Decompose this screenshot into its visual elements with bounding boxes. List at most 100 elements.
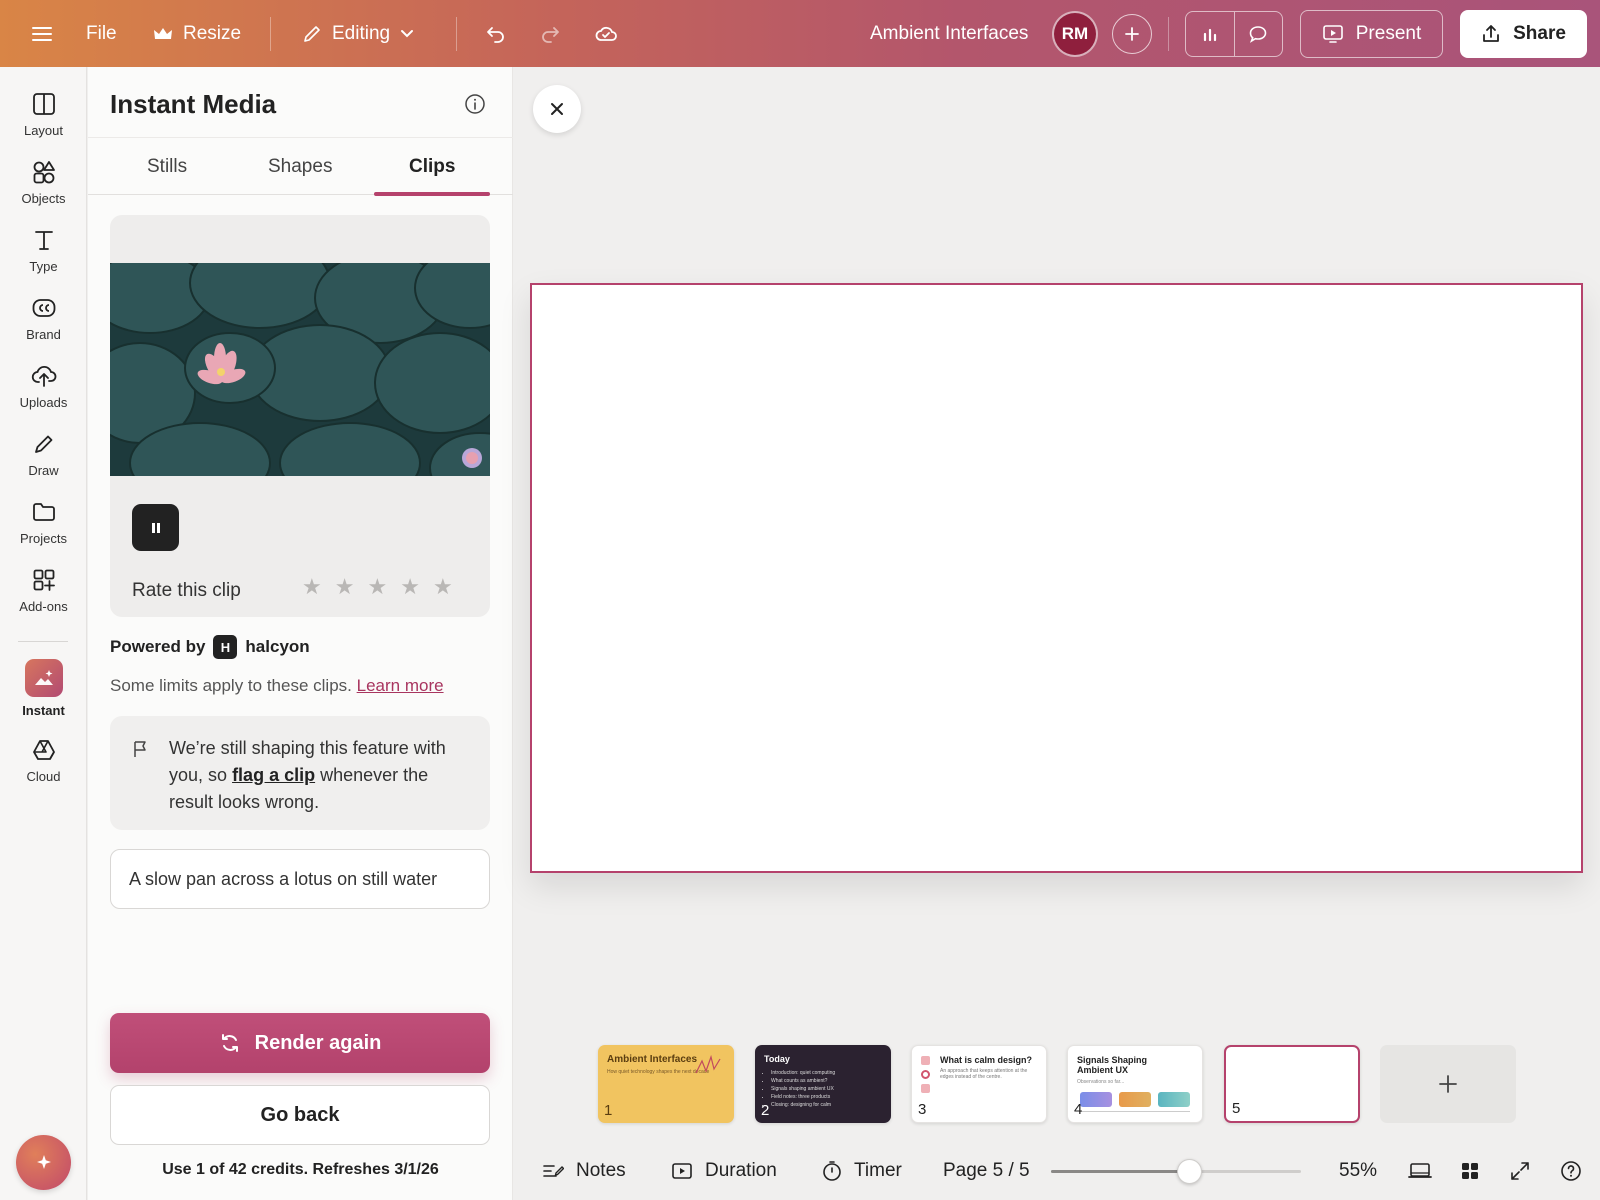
chevron-down-icon — [401, 29, 414, 37]
thumbnail-bullet: Introduction: quiet computing — [771, 1069, 835, 1077]
learn-more-link[interactable]: Learn more — [357, 676, 444, 695]
thumbnail-subtitle: Observations so far... — [1077, 1079, 1125, 1085]
pause-button[interactable] — [132, 504, 179, 551]
slide-thumbnail[interactable]: Today Introduction: quiet computing What… — [755, 1045, 891, 1123]
star-icon[interactable]: ★ — [433, 576, 453, 598]
addons-icon — [33, 569, 55, 591]
thumbnail-number: 3 — [918, 1101, 927, 1118]
tab-shapes[interactable]: Shapes — [268, 138, 332, 196]
rail-label: Draw — [28, 463, 59, 478]
pencil-icon — [34, 435, 52, 453]
add-slide-button[interactable] — [1380, 1045, 1516, 1123]
rate-clip-label: Rate this clip — [132, 580, 241, 601]
info-button[interactable] — [464, 93, 486, 115]
thumbnail-title: What is calm design? — [940, 1055, 1033, 1065]
slide-thumbnail-active[interactable]: 5 — [1224, 1045, 1360, 1123]
redo-icon — [542, 26, 559, 43]
rail-item-addons[interactable]: Add-ons — [0, 567, 87, 614]
thumbnail-subtitle: An approach that keeps attention at the … — [940, 1068, 1028, 1080]
render-again-button[interactable]: Render again — [110, 1013, 490, 1073]
rail-item-instant[interactable]: Instant — [0, 659, 87, 718]
rail-item-objects[interactable]: Objects — [0, 159, 87, 206]
fullscreen-button[interactable] — [1510, 1142, 1530, 1200]
zoom-slider-fill — [1051, 1170, 1189, 1173]
clip-preview[interactable] — [110, 263, 490, 476]
notes-label: Notes — [576, 1160, 626, 1181]
star-rating: ★ ★ ★ ★ ★ — [302, 576, 453, 598]
prompt-input[interactable]: A slow pan across a lotus on still water — [110, 849, 490, 909]
editing-label: Editing — [332, 22, 391, 44]
undo-icon — [487, 26, 504, 43]
rail-item-uploads[interactable]: Uploads — [0, 363, 87, 410]
zoom-slider-handle[interactable] — [1176, 1159, 1202, 1184]
cloud-sync-button[interactable] — [594, 0, 618, 67]
upload-icon — [31, 366, 56, 387]
notes-button[interactable]: Notes — [542, 1142, 626, 1200]
insights-button[interactable] — [1186, 12, 1234, 56]
rail-label: Layout — [23, 123, 64, 138]
flag-clip-link[interactable]: flag a clip — [232, 765, 315, 785]
bullet-ring — [921, 1070, 930, 1079]
editing-mode-dropdown[interactable]: Editing — [302, 0, 414, 67]
grid-view-button[interactable] — [1460, 1142, 1480, 1200]
add-collaborator-button[interactable] — [1112, 14, 1152, 54]
notice-text: We’re still shaping this feature with yo… — [169, 735, 469, 816]
rail-item-brand[interactable]: Brand — [0, 295, 87, 342]
star-icon[interactable]: ★ — [400, 576, 420, 598]
file-menu[interactable]: File — [86, 0, 117, 67]
rail-item-projects[interactable]: Projects — [0, 499, 87, 546]
slide-thumbnail[interactable]: Signals Shaping Ambient UX Observations … — [1067, 1045, 1203, 1123]
timer-button[interactable]: Timer — [822, 1142, 902, 1200]
share-button[interactable]: Share — [1460, 10, 1587, 58]
star-icon[interactable]: ★ — [367, 576, 387, 598]
swatch — [1119, 1092, 1151, 1107]
present-label: Present — [1355, 23, 1422, 44]
star-icon[interactable]: ★ — [302, 576, 322, 598]
close-panel-button[interactable] — [533, 85, 581, 133]
credits-info: Use 1 of 42 credits. Refreshes 3/1/26 — [162, 1161, 439, 1178]
rail-label: Uploads — [19, 395, 68, 410]
resize-button[interactable]: Resize — [153, 0, 241, 67]
help-button[interactable] — [1560, 1142, 1582, 1200]
duration-icon — [672, 1163, 692, 1179]
rail-label: Brand — [26, 327, 61, 342]
slide-thumbnail[interactable]: Ambient Interfaces How quiet technology … — [598, 1045, 734, 1123]
squiggle-decoration — [695, 1054, 721, 1074]
limits-notice: Some limits apply to these clips. Learn … — [110, 676, 444, 696]
rail-item-cloud[interactable]: Cloud — [0, 737, 87, 784]
magic-assistant-button[interactable] — [16, 1135, 71, 1190]
slide-thumbnail[interactable]: What is calm design? An approach that ke… — [911, 1045, 1047, 1123]
active-tab-indicator — [374, 192, 490, 196]
pencil-icon — [304, 25, 320, 42]
render-again-label: Render again — [254, 1031, 382, 1054]
document-title[interactable]: Ambient Interfaces — [870, 0, 1028, 67]
go-back-button[interactable]: Go back — [110, 1085, 490, 1145]
avatar[interactable]: RM — [1052, 11, 1098, 57]
undo-button[interactable] — [485, 0, 507, 67]
view-toggle-button[interactable] — [1408, 1142, 1432, 1200]
menu-button[interactable] — [32, 0, 52, 67]
divider — [1168, 17, 1169, 51]
rail-item-layout[interactable]: Layout — [0, 91, 87, 138]
powered-by-label: Powered by — [110, 637, 206, 656]
slide-canvas[interactable] — [530, 283, 1583, 873]
zoom-percentage[interactable]: 55% — [1339, 1142, 1377, 1200]
tab-clips[interactable]: Clips — [409, 138, 455, 196]
page-indicator[interactable]: Page 5 / 5 — [943, 1142, 1030, 1200]
duration-button[interactable]: Duration — [671, 1142, 777, 1200]
folder-icon — [32, 503, 55, 521]
grid-icon — [1462, 1163, 1478, 1179]
go-back-label: Go back — [260, 1103, 340, 1126]
zoom-slider[interactable] — [1051, 1159, 1301, 1184]
panel-title: Instant Media — [110, 89, 277, 119]
thumbnail-bullet: Signals shaping ambient UX — [771, 1085, 835, 1093]
star-icon[interactable]: ★ — [335, 576, 355, 598]
divider — [1080, 1111, 1190, 1112]
share-upload-icon — [1483, 25, 1499, 42]
tab-stills[interactable]: Stills — [147, 138, 187, 196]
comments-button[interactable] — [1233, 12, 1283, 56]
rail-item-draw[interactable]: Draw — [0, 431, 87, 478]
rail-item-type[interactable]: Type — [0, 227, 87, 274]
present-button[interactable]: Present — [1300, 10, 1443, 58]
redo-button[interactable] — [539, 0, 561, 67]
